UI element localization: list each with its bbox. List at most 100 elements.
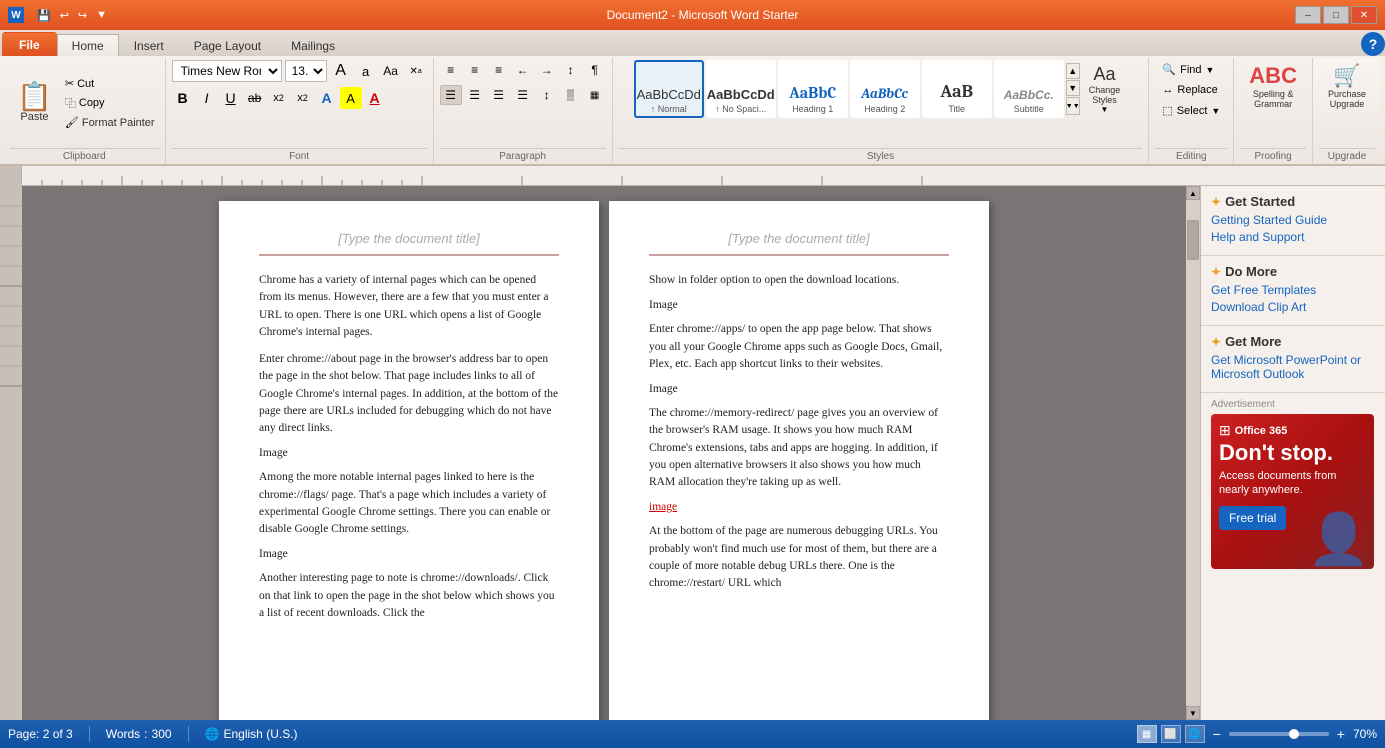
- download-clip-art-link[interactable]: Download Clip Art: [1211, 300, 1375, 314]
- multilevel-btn[interactable]: ≡: [488, 60, 510, 80]
- tab-file[interactable]: File: [2, 32, 57, 56]
- bullets-btn[interactable]: ≡: [440, 60, 462, 80]
- free-templates-link[interactable]: Get Free Templates: [1211, 283, 1375, 297]
- spelling-btn[interactable]: ABC Spelling &Grammar: [1240, 60, 1306, 112]
- superscript-btn[interactable]: x2: [292, 87, 314, 109]
- sort-btn[interactable]: ↕: [560, 60, 582, 80]
- scroll-thumb[interactable]: [1187, 220, 1199, 260]
- ruler-corner[interactable]: [0, 166, 22, 186]
- tab-home[interactable]: Home: [57, 34, 119, 56]
- zoom-out-btn[interactable]: −: [1213, 726, 1221, 742]
- tab-insert[interactable]: Insert: [119, 34, 179, 56]
- style-subtitle[interactable]: AaBbCc. Subtitle: [994, 60, 1064, 118]
- document-area[interactable]: [Type the document title] Chrome has a v…: [22, 186, 1186, 720]
- language-status: 🌐 English (U.S.): [205, 727, 298, 741]
- page2-para2[interactable]: Enter chrome://apps/ to open the app pag…: [649, 321, 949, 373]
- shading-btn[interactable]: ▒: [560, 85, 582, 105]
- justify-btn[interactable]: ☰: [512, 85, 534, 105]
- styles-scroll-down[interactable]: ▼: [1066, 80, 1080, 96]
- italic-btn[interactable]: I: [196, 87, 218, 109]
- page2-para3[interactable]: The chrome://memory-redirect/ page gives…: [649, 405, 949, 491]
- page2-image3-label: image: [649, 501, 677, 513]
- page1-para3[interactable]: Among the more notable internal pages li…: [259, 469, 559, 538]
- more-quickbtn[interactable]: ▼: [93, 8, 110, 22]
- styles-group-label: Styles: [619, 148, 1143, 162]
- ad-trial-btn[interactable]: Free trial: [1219, 506, 1286, 530]
- save-quickbtn[interactable]: 💾: [34, 8, 54, 23]
- strikethrough-btn[interactable]: ab: [244, 87, 266, 109]
- undo-quickbtn[interactable]: ↩: [57, 8, 72, 23]
- replace-btn[interactable]: ↔ Replace: [1155, 81, 1227, 99]
- help-btn[interactable]: ?: [1361, 32, 1385, 56]
- bold-btn[interactable]: B: [172, 87, 194, 109]
- decrease-indent-btn[interactable]: ←: [512, 60, 534, 80]
- select-btn[interactable]: ⬚ Select ▼: [1155, 101, 1227, 120]
- scroll-up-btn[interactable]: ▲: [1186, 186, 1200, 200]
- web-layout-btn[interactable]: 🌐: [1185, 725, 1205, 743]
- style-normal[interactable]: AaBbCcDd ↑ Normal: [634, 60, 704, 118]
- increase-indent-btn[interactable]: →: [536, 60, 558, 80]
- abc-icon: ABC: [1249, 63, 1297, 89]
- show-marks-btn[interactable]: ¶: [584, 60, 606, 80]
- purchase-btn[interactable]: 🛒 PurchaseUpgrade: [1319, 60, 1375, 112]
- page1-para2[interactable]: Enter chrome://about page in the browser…: [259, 351, 559, 437]
- tab-mailings[interactable]: Mailings: [276, 34, 350, 56]
- styles-scroll-up[interactable]: ▲: [1066, 63, 1080, 79]
- clear-format-btn[interactable]: ✕a: [405, 60, 427, 82]
- case-btn[interactable]: Aa: [380, 60, 402, 82]
- font-color-btn[interactable]: A: [364, 87, 386, 109]
- underline-btn[interactable]: U: [220, 87, 242, 109]
- get-more-apps-link[interactable]: Get Microsoft PowerPoint or Microsoft Ou…: [1211, 353, 1375, 381]
- line-spacing-btn[interactable]: ↕: [536, 85, 558, 105]
- align-center-btn[interactable]: ☰: [464, 85, 486, 105]
- align-left-btn[interactable]: ☰: [440, 85, 462, 105]
- page1-para1[interactable]: Chrome has a variety of internal pages w…: [259, 272, 559, 341]
- vertical-scrollbar[interactable]: ▲ ▼: [1186, 186, 1200, 720]
- style-heading2[interactable]: AaBbCc Heading 2: [850, 60, 920, 118]
- shrink-font-btn[interactable]: a: [355, 60, 377, 82]
- page2-para1[interactable]: Show in folder option to open the downlo…: [649, 272, 949, 289]
- change-styles-btn[interactable]: Aa ChangeStyles ▼: [1082, 61, 1128, 117]
- paste-btn[interactable]: 📋 Paste: [10, 80, 59, 126]
- font-selector[interactable]: Times New Rom: [172, 60, 282, 82]
- align-right-btn[interactable]: ☰: [488, 85, 510, 105]
- style-heading1[interactable]: AaBbC Heading 1: [778, 60, 848, 118]
- change-styles-icon: Aa: [1093, 64, 1115, 85]
- find-icon: 🔍: [1162, 63, 1176, 76]
- page1-para4[interactable]: Another interesting page to note is chro…: [259, 570, 559, 622]
- maximize-btn[interactable]: □: [1323, 6, 1349, 24]
- minimize-btn[interactable]: –: [1295, 6, 1321, 24]
- close-btn[interactable]: ✕: [1351, 6, 1377, 24]
- style-no-spacing[interactable]: AaBbCcDd ↑ No Spaci...: [706, 60, 776, 118]
- zoom-thumb[interactable]: [1289, 729, 1299, 739]
- print-layout-btn[interactable]: ▦: [1137, 725, 1157, 743]
- find-btn[interactable]: 🔍 Find ▼: [1155, 60, 1227, 79]
- styles-more[interactable]: ▼▼: [1066, 97, 1080, 115]
- subscript-btn[interactable]: x2: [268, 87, 290, 109]
- clipboard-big: 📋 Paste: [10, 80, 59, 126]
- font-size-selector[interactable]: 13.5: [285, 60, 327, 82]
- help-support-link[interactable]: Help and Support: [1211, 230, 1375, 244]
- zoom-slider[interactable]: [1229, 732, 1329, 736]
- numbered-btn[interactable]: ≡: [464, 60, 486, 80]
- get-started-label: Get Started: [1225, 194, 1295, 209]
- cut-btn[interactable]: ✂ Cut: [61, 75, 159, 92]
- clipboard-group: 📋 Paste ✂ Cut ⿻ Copy 🖌 Format Painter: [4, 58, 166, 164]
- scroll-down-btn[interactable]: ▼: [1186, 706, 1200, 720]
- grow-font-btn[interactable]: A: [330, 60, 352, 82]
- copy-btn[interactable]: ⿻ Copy: [61, 93, 159, 113]
- getting-started-guide-link[interactable]: Getting Started Guide: [1211, 213, 1375, 227]
- tab-page-layout[interactable]: Page Layout: [179, 34, 276, 56]
- redo-quickbtn[interactable]: ↪: [75, 8, 90, 23]
- zoom-in-btn[interactable]: +: [1337, 726, 1345, 742]
- editing-group: 🔍 Find ▼ ↔ Replace ⬚ Select ▼ Editing: [1149, 58, 1234, 164]
- style-heading1-name: Heading 1: [792, 104, 833, 114]
- style-title[interactable]: AaB Title: [922, 60, 992, 118]
- highlight-btn[interactable]: A: [340, 87, 362, 109]
- format-painter-btn[interactable]: 🖌 Format Painter: [61, 114, 159, 131]
- scroll-track[interactable]: [1186, 200, 1200, 706]
- borders-btn[interactable]: ▦: [584, 85, 606, 105]
- full-screen-btn[interactable]: ⬜: [1161, 725, 1181, 743]
- text-effects-btn[interactable]: A: [316, 87, 338, 109]
- page2-para4[interactable]: At the bottom of the page are numerous d…: [649, 523, 949, 592]
